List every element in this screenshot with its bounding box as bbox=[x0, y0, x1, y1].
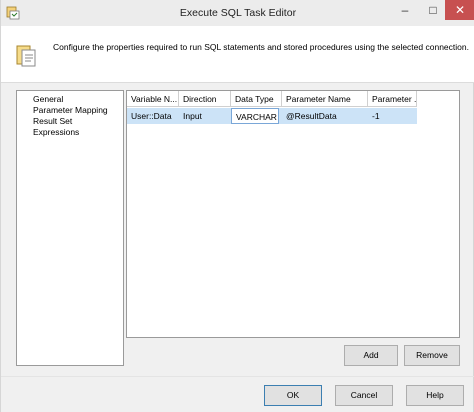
cell-parameter-size[interactable]: -1 bbox=[368, 108, 417, 124]
nav-item-parameter-mapping[interactable]: Parameter Mapping bbox=[33, 105, 108, 116]
remove-button[interactable]: Remove bbox=[404, 345, 460, 366]
header-description: Configure the properties required to run… bbox=[53, 42, 469, 52]
execute-sql-task-editor-window: Execute SQL Task Editor – □ ✕ Configure … bbox=[0, 0, 474, 412]
cell-variable-name[interactable]: User::Data bbox=[127, 108, 179, 124]
help-button[interactable]: Help bbox=[406, 385, 464, 406]
nav-item-general[interactable]: General bbox=[33, 94, 63, 105]
cancel-button[interactable]: Cancel bbox=[335, 385, 393, 406]
title-bar: Execute SQL Task Editor – □ ✕ bbox=[1, 0, 474, 27]
minimize-button[interactable]: – bbox=[391, 0, 419, 20]
cell-parameter-name[interactable]: @ResultData bbox=[282, 108, 368, 124]
nav-item-expressions[interactable]: Expressions bbox=[33, 127, 79, 138]
footer-divider bbox=[1, 376, 474, 377]
column-header-parameter-size[interactable]: Parameter ... bbox=[368, 91, 417, 107]
cell-data-type[interactable]: VARCHAR bbox=[231, 108, 279, 124]
grid-header: Variable N... Direction Data Type Parame… bbox=[127, 91, 459, 107]
nav-item-result-set[interactable]: Result Set bbox=[33, 116, 72, 127]
table-row[interactable]: User::Data Input VARCHAR @ResultData -1 bbox=[127, 108, 417, 124]
column-header-direction[interactable]: Direction bbox=[179, 91, 231, 107]
properties-icon bbox=[16, 45, 36, 67]
column-header-parameter-name[interactable]: Parameter Name bbox=[282, 91, 368, 107]
maximize-button[interactable]: □ bbox=[419, 0, 447, 20]
cell-direction[interactable]: Input bbox=[179, 108, 231, 124]
ok-button[interactable]: OK bbox=[264, 385, 322, 406]
column-header-data-type[interactable]: Data Type bbox=[231, 91, 282, 107]
column-header-variable-name[interactable]: Variable N... bbox=[127, 91, 179, 107]
page-navigation-list: General Parameter Mapping Result Set Exp… bbox=[16, 90, 124, 366]
header-panel: Configure the properties required to run… bbox=[1, 26, 474, 83]
close-button[interactable]: ✕ bbox=[445, 0, 474, 20]
parameter-mapping-grid: Variable N... Direction Data Type Parame… bbox=[126, 90, 460, 338]
add-button[interactable]: Add bbox=[344, 345, 398, 366]
